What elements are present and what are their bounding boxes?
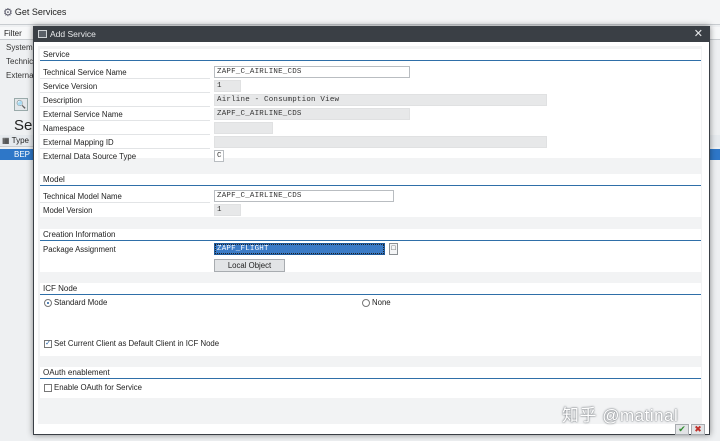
external-mapping-id-field[interactable]	[214, 136, 547, 148]
form-row: Model Version 1	[40, 204, 701, 217]
set-client-checkbox[interactable]: ✓ Set Current Client as Default Client i…	[44, 339, 219, 349]
external-data-source-type-field[interactable]: C	[214, 150, 224, 162]
technical-service-name-field[interactable]: ZAPF_C_AIRLINE_CDS	[214, 66, 410, 78]
value-help-icon[interactable]: □	[389, 243, 398, 255]
description-field[interactable]: Airline - Consumption View	[214, 94, 547, 106]
radio-selected-icon[interactable]	[44, 299, 52, 307]
oauth-title: OAuth enablement	[40, 367, 701, 379]
none-label: None	[372, 298, 391, 307]
table-header-type: ▦ Type	[0, 135, 34, 147]
model-version-field[interactable]: 1	[214, 204, 241, 216]
form-row: Package Assignment ZAPF_FLIGHT □ Local O…	[40, 243, 701, 272]
creation-information-section: Creation Information Package Assignment …	[40, 229, 701, 272]
package-assignment-label: Package Assignment	[43, 245, 116, 254]
enable-oauth-label: Enable OAuth for Service	[54, 383, 142, 392]
watermark-text: 知乎 @matinal	[562, 406, 679, 425]
form-row: Technical Model Name ZAPF_C_AIRLINE_CDS	[40, 190, 701, 203]
table-row-selected-right	[710, 149, 720, 160]
namespace-label: Namespace	[40, 122, 210, 135]
technical-model-name-label: Technical Model Name	[40, 190, 210, 203]
technical-model-name-field[interactable]: ZAPF_C_AIRLINE_CDS	[214, 190, 394, 202]
none-radio[interactable]: None	[362, 298, 391, 308]
form-row: Service Version 1	[40, 80, 701, 93]
checkbox-unchecked-icon[interactable]	[44, 384, 52, 392]
background-label-external: Externa	[6, 71, 34, 80]
service-version-field[interactable]: 1	[214, 80, 241, 92]
enable-oauth-checkbox[interactable]: Enable OAuth for Service	[44, 383, 142, 393]
form-row: Technical Service Name ZAPF_C_AIRLINE_CD…	[40, 66, 701, 79]
add-service-dialog: Add Service ✕ Service Technical Service …	[33, 26, 710, 435]
model-version-label: Model Version	[43, 206, 93, 215]
creation-information-title: Creation Information	[40, 229, 701, 241]
standard-mode-radio[interactable]: Standard Mode	[44, 298, 107, 308]
description-label: Description	[40, 94, 210, 107]
cancel-x-icon[interactable]: ✖	[691, 424, 705, 435]
model-section-title: Model	[40, 174, 701, 186]
icf-node-section: ICF Node Standard Mode None ✓ Set Curren…	[40, 283, 701, 356]
icf-node-title: ICF Node	[40, 283, 701, 295]
table-header-right	[710, 135, 720, 147]
dialog-title: Add Service	[50, 29, 96, 39]
form-row: External Data Source Type C	[40, 150, 701, 163]
checkbox-checked-icon[interactable]: ✓	[44, 340, 52, 348]
set-client-label: Set Current Client as Default Client in …	[54, 339, 220, 348]
standard-mode-label: Standard Mode	[54, 298, 108, 307]
package-assignment-field[interactable]: ZAPF_FLIGHT	[214, 243, 385, 255]
table-row-selected[interactable]: BEP	[0, 149, 34, 160]
external-data-source-type-label: External Data Source Type	[43, 152, 137, 161]
form-row: External Service Name ZAPF_C_AIRLINE_CDS	[40, 108, 701, 121]
background-label-technical: Technic	[6, 57, 34, 66]
search-icon[interactable]: 🔍	[14, 98, 28, 111]
technical-service-name-label: Technical Service Name	[40, 66, 210, 79]
model-section: Model Technical Model Name ZAPF_C_AIRLIN…	[40, 174, 701, 217]
window-icon	[38, 30, 47, 38]
form-row: Namespace	[40, 122, 701, 135]
dialog-title-bar: Add Service ✕	[34, 27, 709, 42]
local-object-button[interactable]: Local Object	[214, 259, 285, 272]
background-label-system: System	[6, 43, 33, 52]
external-service-name-field[interactable]: ZAPF_C_AIRLINE_CDS	[214, 108, 410, 120]
background-title-bar: ⚙ Get Services	[0, 0, 720, 25]
form-row: Description Airline - Consumption View	[40, 94, 701, 107]
namespace-field[interactable]	[214, 122, 273, 134]
close-icon[interactable]: ✕	[694, 27, 703, 42]
background-window-title: Get Services	[14, 7, 67, 17]
table-icon: ▦	[2, 136, 12, 145]
table-header-type-label: Type	[11, 136, 29, 145]
external-mapping-id-label: External Mapping ID	[40, 136, 210, 149]
external-service-name-label: External Service Name	[40, 108, 210, 121]
form-row: External Mapping ID	[40, 136, 701, 149]
service-version-label: Service Version	[40, 80, 210, 93]
service-section: Service Technical Service Name ZAPF_C_AI…	[40, 49, 701, 162]
oauth-section: OAuth enablement Enable OAuth for Servic…	[40, 367, 701, 398]
service-section-title: Service	[40, 49, 701, 61]
gear-icon: ⚙	[3, 6, 13, 19]
radio-unselected-icon[interactable]	[362, 299, 370, 307]
dialog-body: Service Technical Service Name ZAPF_C_AI…	[38, 46, 702, 424]
